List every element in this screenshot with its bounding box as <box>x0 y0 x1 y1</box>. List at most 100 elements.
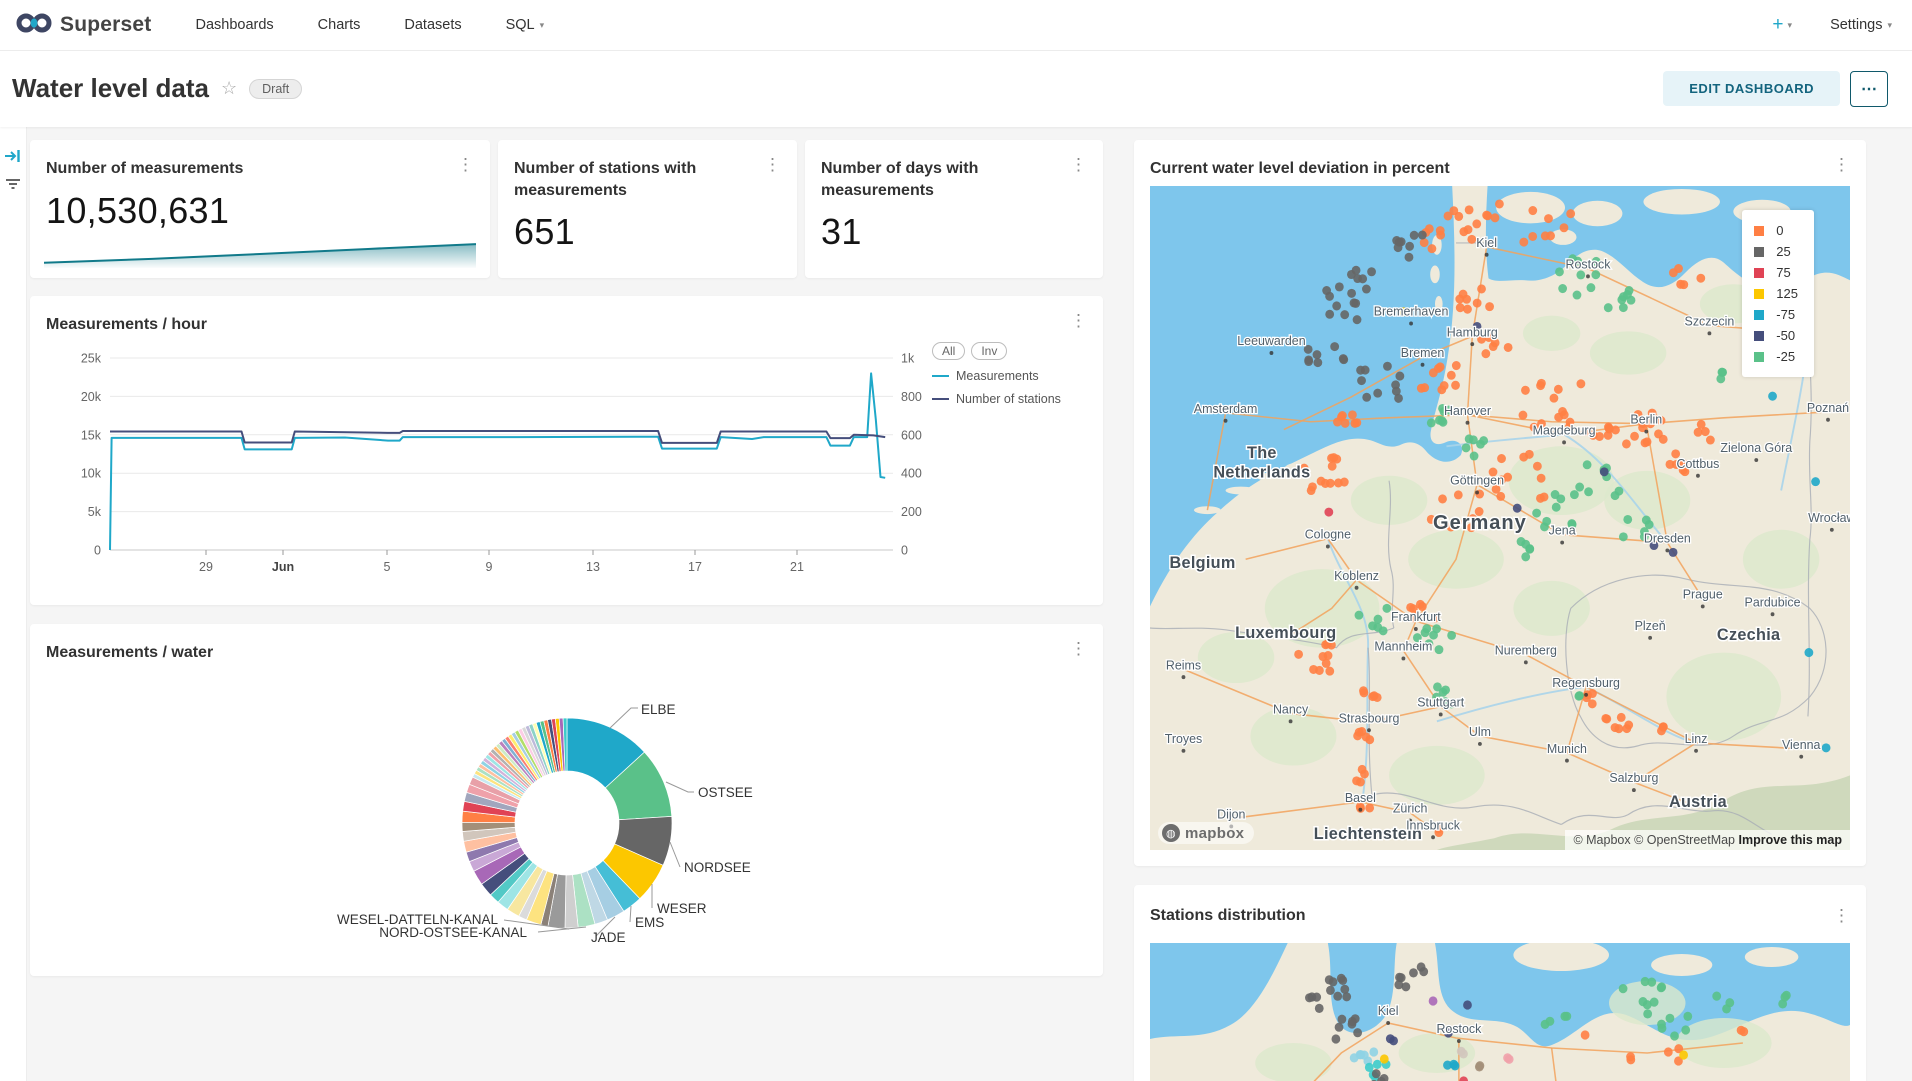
legend-label: Measurements <box>956 369 1039 383</box>
svg-text:Poznań: Poznań <box>1807 401 1849 415</box>
map-legend-item[interactable]: 0 <box>1754 220 1798 241</box>
svg-text:10k: 10k <box>81 467 102 481</box>
chevron-down-icon: ▾ <box>1788 21 1793 30</box>
nav-item-datasets[interactable]: Datasets <box>404 17 461 33</box>
nav-item-label: Datasets <box>404 17 461 33</box>
svg-text:17: 17 <box>688 560 702 574</box>
svg-text:Czechia: Czechia <box>1717 626 1781 644</box>
kebab-menu-icon[interactable]: ⋮ <box>1829 905 1854 926</box>
map-legend-item[interactable]: 75 <box>1754 262 1798 283</box>
chart-title: Current water level deviation in percent <box>1134 140 1866 180</box>
draft-status-badge: Draft <box>249 79 302 99</box>
svg-text:Troyes: Troyes <box>1165 732 1203 746</box>
superset-logo[interactable]: Superset <box>16 11 151 40</box>
legend-label: 125 <box>1776 286 1798 301</box>
map-legend-item[interactable]: -50 <box>1754 325 1798 346</box>
kebab-menu-icon[interactable]: ⋮ <box>453 154 478 175</box>
page-title: Water level data <box>12 73 209 104</box>
legend-item[interactable]: Measurements <box>932 369 1102 383</box>
kpi-card-measurements: Number of measurements ⋮ 10,530,631 <box>30 140 490 278</box>
kebab-menu-icon[interactable]: ⋮ <box>760 154 785 175</box>
stations-map[interactable]: KielRostock <box>1150 943 1850 1081</box>
kpi-title: Number of stations with measurements <box>498 140 797 201</box>
settings-menu[interactable]: Settings ▾ <box>1830 17 1892 33</box>
legend-label: -25 <box>1776 349 1795 364</box>
attribution-text: © Mapbox © OpenStreetMap <box>1573 833 1735 847</box>
map-legend-item[interactable]: 125 <box>1754 283 1798 304</box>
svg-text:200: 200 <box>901 505 922 519</box>
improve-map-link[interactable]: Improve this map <box>1739 833 1843 847</box>
svg-text:Amsterdam: Amsterdam <box>1194 402 1258 416</box>
nav-item-label: Dashboards <box>195 17 273 33</box>
svg-text:Bremen: Bremen <box>1401 346 1445 360</box>
svg-text:0: 0 <box>901 544 908 558</box>
chart-title: Measurements / hour <box>30 296 1103 336</box>
svg-text:Mannheim: Mannheim <box>1374 639 1432 653</box>
svg-text:Salzburg: Salzburg <box>1609 771 1658 785</box>
expand-filter-bar-icon[interactable] <box>0 147 26 165</box>
mapbox-wordmark: mapbox <box>1185 825 1244 842</box>
deviation-map-panel: Current water level deviation in percent… <box>1134 140 1866 866</box>
brand-name: Superset <box>60 13 151 37</box>
chart-title: Stations distribution <box>1134 885 1866 927</box>
kebab-menu-icon[interactable]: ⋮ <box>1066 154 1091 175</box>
kebab-menu-icon[interactable]: ⋮ <box>1066 310 1091 331</box>
svg-text:Stuttgart: Stuttgart <box>1417 695 1464 709</box>
svg-text:Dijon: Dijon <box>1217 807 1245 821</box>
svg-text:5: 5 <box>384 560 391 574</box>
chart-legend: All Inv Measurements Number of stations <box>932 342 1102 406</box>
nav-item-sql[interactable]: SQL▾ <box>506 17 545 33</box>
chevron-down-icon: ▾ <box>1887 21 1892 30</box>
legend-inv-button[interactable]: Inv <box>971 342 1007 360</box>
kpi-value: 10,530,631 <box>30 180 490 232</box>
edit-dashboard-button[interactable]: EDIT DASHBOARD <box>1663 71 1840 106</box>
kebab-menu-icon[interactable]: ⋮ <box>1829 154 1854 175</box>
svg-text:Frankfurt: Frankfurt <box>1391 610 1441 624</box>
legend-all-button[interactable]: All <box>932 342 965 360</box>
svg-text:JADE: JADE <box>591 930 626 945</box>
filter-icon <box>0 177 26 191</box>
svg-text:Reims: Reims <box>1166 658 1201 672</box>
mapbox-logo[interactable]: ◍ mapbox <box>1158 822 1254 844</box>
map-legend-item[interactable]: 25 <box>1754 241 1798 262</box>
svg-text:0: 0 <box>94 544 101 558</box>
svg-text:Wrocław: Wrocław <box>1808 511 1850 525</box>
svg-text:Germany: Germany <box>1433 512 1527 534</box>
svg-text:400: 400 <box>901 467 922 481</box>
legend-label: Number of stations <box>956 392 1061 406</box>
nav-item-dashboards[interactable]: Dashboards <box>195 17 273 33</box>
svg-text:800: 800 <box>901 390 922 404</box>
svg-text:Linz: Linz <box>1685 732 1708 746</box>
legend-swatch <box>932 375 949 377</box>
top-navbar: Superset DashboardsChartsDatasetsSQL▾ + … <box>0 0 1912 51</box>
nav-item-charts[interactable]: Charts <box>318 17 361 33</box>
kpi-card-days: Number of days with measurements ⋮ 31 <box>805 140 1103 278</box>
donut-chart[interactable]: ELBEOSTSEENORDSEEWESEREMSJADENORD-OSTSEE… <box>30 624 1103 976</box>
kpi-title: Number of days with measurements <box>805 140 1103 201</box>
svg-text:Bremerhaven: Bremerhaven <box>1374 305 1449 319</box>
svg-text:Pardubice: Pardubice <box>1745 595 1801 609</box>
kpi-sparkline <box>44 240 476 268</box>
add-new-button[interactable]: + ▾ <box>1772 14 1792 36</box>
deviation-map[interactable]: TheNetherlandsBelgiumGermanyAustriaCzech… <box>1150 186 1850 850</box>
map-color-legend: 025 75 125 -75 -50 -25 <box>1742 210 1814 377</box>
svg-text:13: 13 <box>586 560 600 574</box>
map-legend-item[interactable]: -75 <box>1754 304 1798 325</box>
favorite-star-icon[interactable]: ☆ <box>221 78 237 99</box>
legend-label: -50 <box>1776 328 1795 343</box>
kpi-card-stations: Number of stations with measurements ⋮ 6… <box>498 140 797 278</box>
svg-text:21: 21 <box>790 560 804 574</box>
settings-label: Settings <box>1830 17 1882 33</box>
svg-text:Cottbus: Cottbus <box>1677 457 1720 471</box>
svg-text:Munich: Munich <box>1547 742 1587 756</box>
map-legend-item[interactable]: -25 <box>1754 346 1798 367</box>
more-options-button[interactable]: ⋯ <box>1850 71 1888 107</box>
legend-label: 75 <box>1776 265 1790 280</box>
nav-item-label: SQL <box>506 17 535 33</box>
legend-item[interactable]: Number of stations <box>932 392 1102 406</box>
kpi-title: Number of measurements <box>30 140 490 180</box>
svg-text:EMS: EMS <box>635 915 664 930</box>
svg-text:Magdeburg: Magdeburg <box>1533 423 1596 437</box>
svg-text:OSTSEE: OSTSEE <box>698 785 753 800</box>
svg-text:WESER: WESER <box>657 901 707 916</box>
